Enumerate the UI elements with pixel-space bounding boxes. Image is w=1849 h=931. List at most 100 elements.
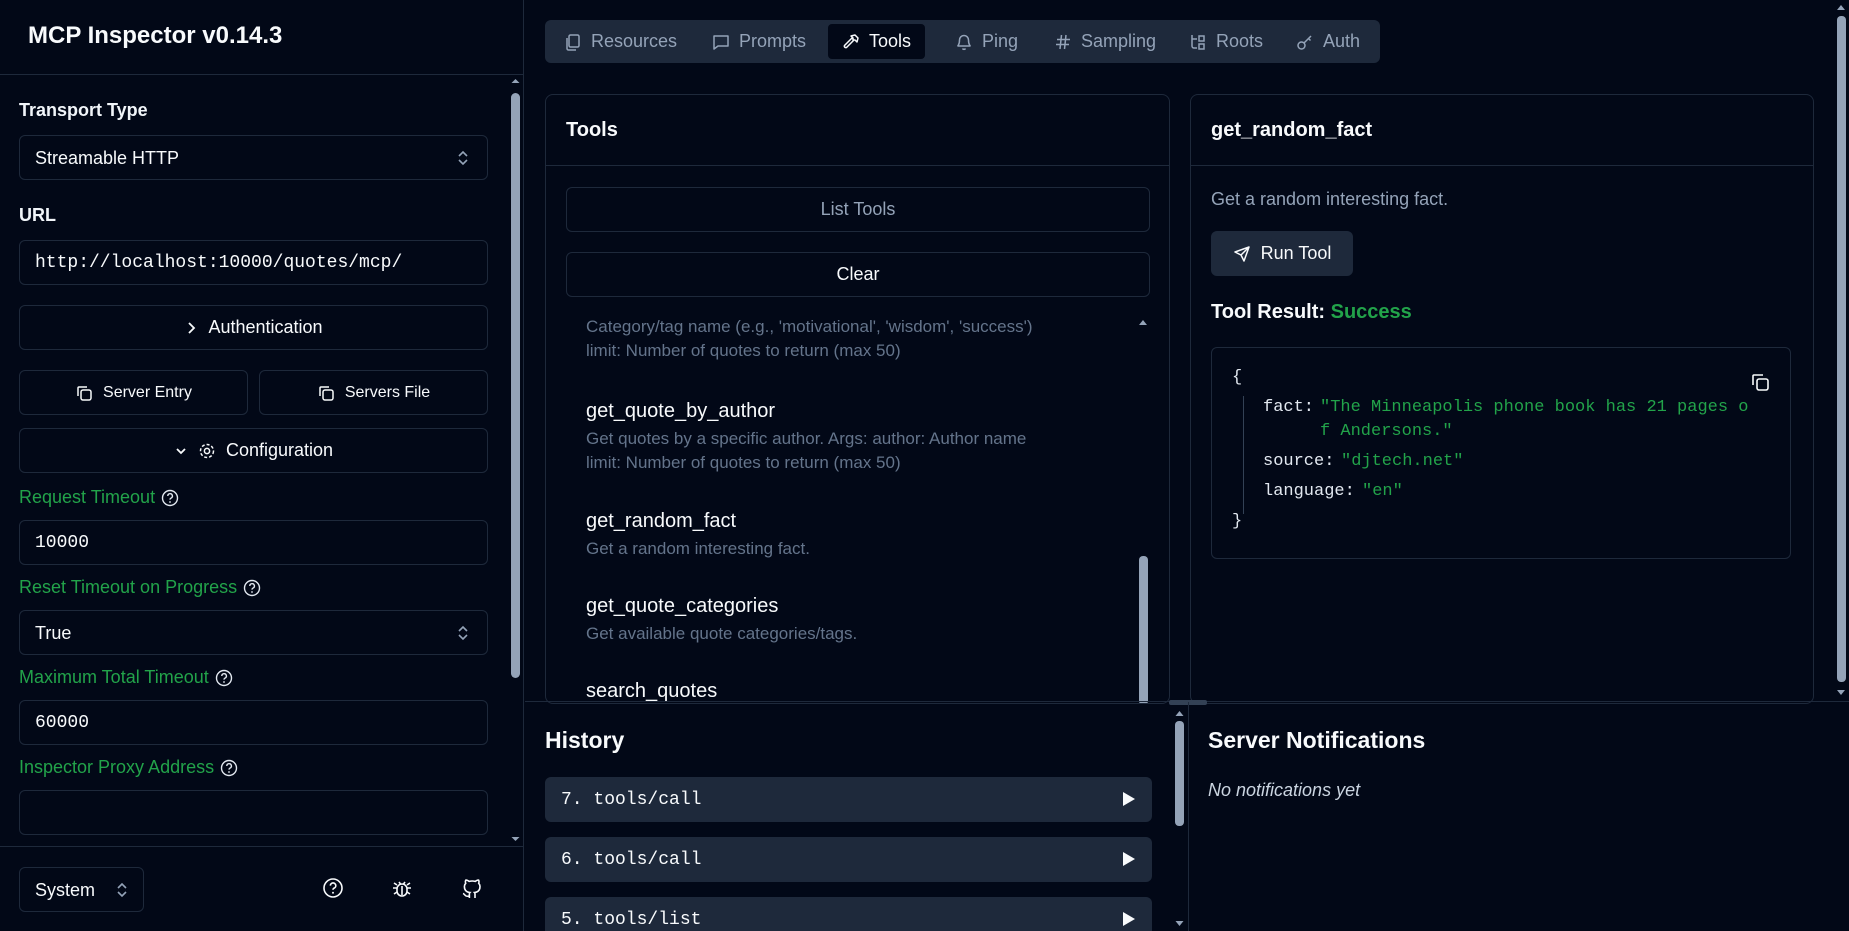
tool-desc: Get available quote categories/tags. [586,624,858,643]
sidebar-scroll-area: Transport Type Streamable HTTP URL http:… [0,75,523,845]
tab-prompts[interactable]: Prompts [698,24,820,59]
help-circle-icon[interactable] [215,669,233,687]
history-item[interactable]: 5. tools/list [545,897,1152,931]
history-item[interactable]: 7. tools/call [545,777,1152,822]
request-timeout-label: Request Timeout [19,487,179,508]
tab-resources[interactable]: Resources [550,24,691,59]
tools-list-scrollbar[interactable] [1135,315,1151,703]
tool-item-get-quote-by-author[interactable]: get_quote_by_author Get quotes by a spec… [586,400,1106,475]
tab-prompts-label: Prompts [739,31,807,51]
transport-type-label: Transport Type [19,100,148,120]
tools-card-title: Tools [566,119,618,141]
servers-file-label: Servers File [344,383,431,401]
partial-desc-line: Category/tag name (e.g., 'motivational',… [586,317,1033,336]
bug-icon[interactable] [391,877,413,899]
tab-ping-label: Ping [982,31,1019,51]
tab-tools[interactable]: Tools [828,24,926,59]
help-circle-icon[interactable] [322,877,344,899]
history-item[interactable]: 6. tools/call [545,837,1152,882]
github-icon[interactable] [461,877,483,899]
transport-type-value: Streamable HTTP [35,148,180,168]
history-title: History [545,727,625,753]
history-item-label: 7. tools/call [561,790,702,810]
tab-roots-label: Roots [1216,31,1264,51]
bell-icon [955,33,973,51]
tab-roots[interactable]: Roots [1175,24,1277,59]
play-icon[interactable] [1122,851,1136,867]
sidebar: MCP Inspector v0.14.3 Transport Type Str… [0,0,524,931]
tool-description: Get a random interesting fact. [1211,189,1449,209]
tool-item-get-random-fact[interactable]: get_random_fact Get a random interesting… [586,510,1106,561]
clear-button[interactable]: Clear [566,252,1150,297]
sidebar-footer: System [0,846,523,931]
tab-auth-label: Auth [1323,31,1361,51]
chevrons-up-down-icon [455,149,471,167]
send-icon [1233,245,1251,263]
configuration-label: Configuration [225,440,334,460]
tool-name: get_quote_by_author [586,400,776,422]
play-icon[interactable] [1122,911,1136,927]
json-open-brace: { [1232,368,1243,387]
max-total-timeout-input[interactable]: 60000 [19,700,488,745]
help-circle-icon[interactable] [243,579,261,597]
request-timeout-input[interactable]: 10000 [19,520,488,565]
json-indent-guide [1243,396,1244,514]
message-square-icon [712,33,730,51]
reset-timeout-value: True [35,623,72,643]
copy-icon [75,384,93,402]
reset-timeout-select[interactable]: True [19,610,488,655]
tool-item-get-quote-categories[interactable]: get_quote_categories Get available quote… [586,595,1106,646]
tab-ping[interactable]: Ping [941,24,1032,59]
tab-auth[interactable]: Auth [1282,24,1374,59]
tool-name: get_random_fact [586,510,737,532]
request-timeout-value: 10000 [35,533,90,553]
theme-value: System [35,880,96,900]
configuration-button[interactable]: Configuration [19,428,488,473]
files-icon [564,33,582,51]
partial-desc-line: limit: Number of quotes to return (max 5… [586,341,901,360]
chevron-right-icon [184,320,198,336]
theme-select[interactable]: System [19,867,144,912]
copy-icon[interactable] [1750,372,1770,392]
notifications-empty: No notifications yet [1208,780,1361,800]
tool-detail-header: get_random_fact [1191,95,1813,166]
proxy-address-input[interactable] [19,790,488,835]
tool-result-box: { fact: "The Minneapolis phone book has … [1211,347,1791,559]
chevrons-up-down-icon [455,624,471,642]
servers-file-button[interactable]: Servers File [259,370,488,415]
json-key-fact: fact: [1263,398,1315,417]
json-value-source: "djtech.net" [1341,452,1464,471]
help-circle-icon[interactable] [220,759,238,777]
tool-result-status: Success [1330,301,1412,323]
url-input[interactable]: http://localhost:10000/quotes/mcp/ [19,240,488,285]
json-key-language: language: [1263,482,1355,501]
history-item-label: 5. tools/list [561,910,702,930]
notifications-title: Server Notifications [1208,727,1426,753]
app-title: MCP Inspector v0.14.3 [28,22,283,49]
run-tool-button[interactable]: Run Tool [1211,231,1353,276]
server-entry-button[interactable]: Server Entry [19,370,248,415]
transport-type-select[interactable]: Streamable HTTP [19,135,488,180]
tool-result-label: Tool Result: [1211,301,1326,323]
sidebar-scrollbar[interactable] [508,75,523,845]
authentication-button[interactable]: Authentication [19,305,488,350]
tab-resources-label: Resources [591,31,678,51]
chevron-down-icon [174,444,188,458]
list-tools-button[interactable]: List Tools [566,187,1150,232]
history-item-label: 6. tools/call [561,850,702,870]
page-scrollbar[interactable] [1833,0,1849,700]
json-close-brace: } [1232,512,1243,531]
tab-sampling[interactable]: Sampling [1040,24,1170,59]
tools-list: Category/tag name (e.g., 'motivational',… [546,315,1146,703]
help-circle-icon[interactable] [161,489,179,507]
history-scrollbar[interactable] [1172,705,1187,931]
tool-desc: Get quotes by a specific author. Args: a… [586,429,1027,448]
key-icon [1296,33,1314,51]
json-value-fact: "The Minneapolis phone book has 21 pages… [1320,398,1749,417]
play-icon[interactable] [1122,791,1136,807]
tab-sampling-label: Sampling [1081,31,1157,51]
tool-name: get_quote_categories [586,595,779,617]
tool-detail-card: get_random_fact Get a random interesting… [1190,94,1814,704]
tool-item-search-quotes[interactable]: search_quotes [586,680,1106,703]
tab-bar: Resources Prompts Tools Ping Sampling Ro… [545,20,1380,63]
